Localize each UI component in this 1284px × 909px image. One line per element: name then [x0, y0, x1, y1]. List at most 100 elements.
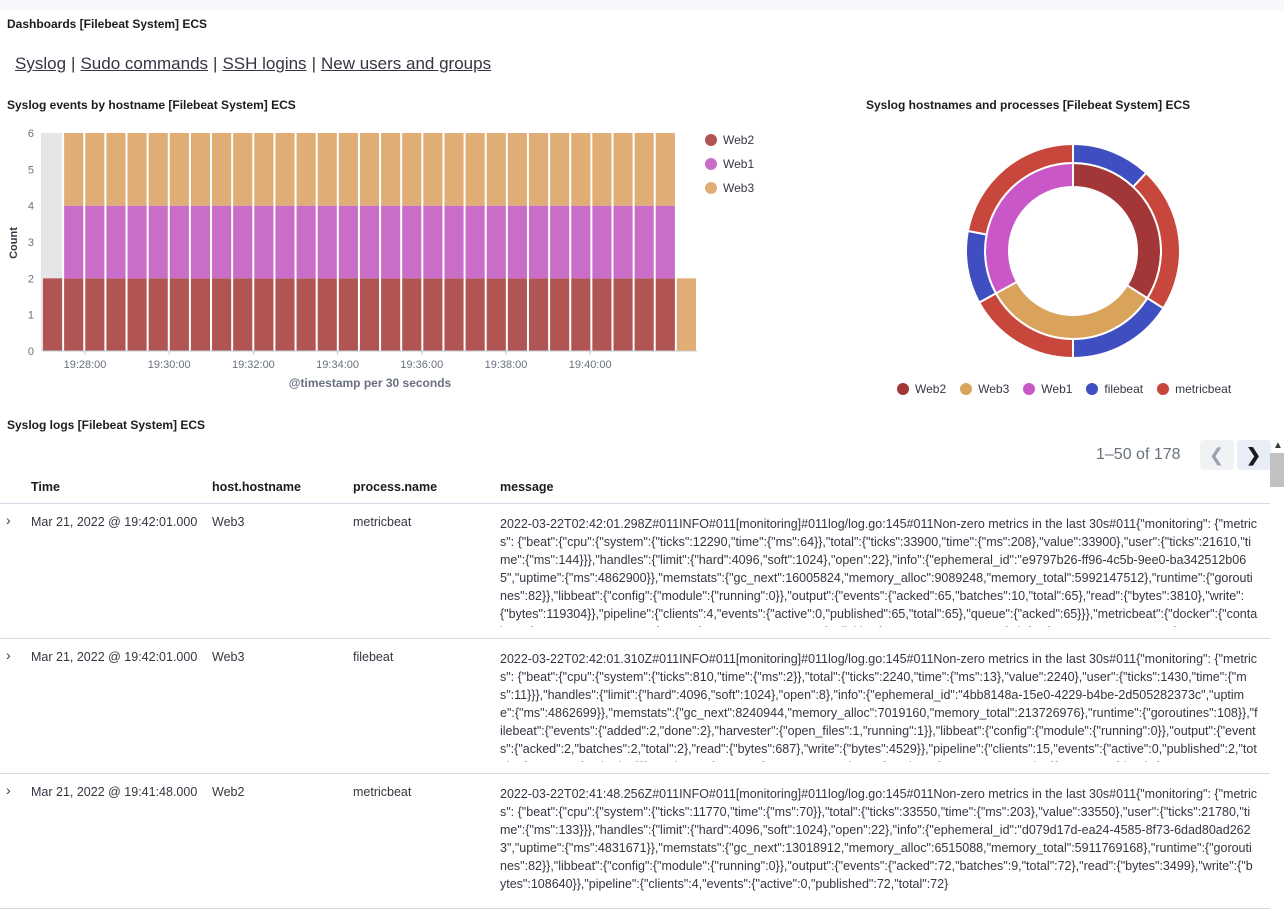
donut-legend-item-web3[interactable]: Web3 [960, 382, 1009, 396]
legend-item-web3[interactable]: Web3 [705, 176, 754, 200]
bar-web1[interactable] [507, 205, 527, 279]
bar-web1[interactable] [233, 205, 253, 279]
bar-web3[interactable] [655, 133, 675, 206]
bar-web2[interactable] [127, 278, 147, 351]
bar-web3[interactable] [338, 133, 358, 206]
bar-web1[interactable] [381, 205, 401, 279]
bar-web2[interactable] [402, 278, 422, 351]
bar-web2[interactable] [528, 278, 549, 351]
bar-web3[interactable] [212, 133, 232, 206]
bar-web2[interactable] [233, 278, 253, 351]
bar-web1[interactable] [338, 205, 358, 279]
bar-web2[interactable] [381, 278, 401, 351]
column-header-message[interactable]: message [500, 480, 554, 494]
bar-web2[interactable] [64, 278, 84, 351]
bar-web2[interactable] [296, 278, 316, 351]
bar-web3[interactable] [571, 133, 591, 206]
bar-web2[interactable] [423, 278, 443, 351]
bar-web1[interactable] [296, 205, 316, 279]
nav-link-syslog[interactable]: Syslog [15, 54, 66, 73]
donut-legend-item-web1[interactable]: Web1 [1023, 382, 1072, 396]
bar-web3[interactable] [592, 133, 612, 206]
bar-web2[interactable] [444, 278, 464, 351]
bar-web1[interactable] [634, 205, 654, 279]
bar-web1[interactable] [359, 205, 380, 279]
bar-web3[interactable] [402, 133, 422, 206]
bar-web1[interactable] [592, 205, 612, 279]
bar-web3[interactable] [169, 133, 189, 206]
chevron-right-icon[interactable]: › [6, 647, 11, 663]
bar-web3[interactable] [148, 133, 168, 206]
donut-legend-item-metricbeat[interactable]: metricbeat [1157, 382, 1231, 396]
bar-web3[interactable] [381, 133, 401, 206]
scrollbar-thumb[interactable] [1270, 453, 1284, 487]
bar-web3[interactable] [254, 133, 274, 206]
column-header-process-name[interactable]: process.name [353, 480, 437, 494]
bar-web2[interactable] [634, 278, 654, 351]
scroll-up-arrow-icon[interactable]: ▲ [1273, 440, 1283, 451]
bar-web2[interactable] [550, 278, 570, 351]
bar-web3[interactable] [613, 133, 633, 206]
bar-web3[interactable] [550, 133, 570, 206]
bar-web3[interactable] [444, 133, 464, 206]
nav-link-sudo-commands[interactable]: Sudo commands [80, 54, 208, 73]
bar-web3[interactable] [486, 133, 506, 206]
bar-web3[interactable] [296, 133, 316, 206]
bar-web1[interactable] [169, 205, 189, 279]
bar-web1[interactable] [106, 205, 126, 279]
next-page-button[interactable]: ❯ [1236, 440, 1271, 470]
bar-web2[interactable] [359, 278, 380, 351]
bar-web1[interactable] [528, 205, 549, 279]
bar-web3[interactable] [507, 133, 527, 206]
chevron-right-icon[interactable]: › [6, 782, 11, 798]
bar-web1[interactable] [64, 205, 84, 279]
bar-web1[interactable] [550, 205, 570, 279]
donut-legend-item-web2[interactable]: Web2 [897, 382, 946, 396]
bar-web3[interactable] [233, 133, 253, 206]
bar-web3[interactable] [465, 133, 485, 206]
bar-web1[interactable] [317, 205, 337, 279]
bar-web2[interactable] [592, 278, 612, 351]
donut-legend-item-filebeat[interactable]: filebeat [1086, 382, 1143, 396]
bar-web2[interactable] [169, 278, 189, 351]
bar-web2[interactable] [106, 278, 126, 351]
bar-web2[interactable] [190, 278, 211, 351]
bar-web2[interactable] [465, 278, 485, 351]
bar-web3[interactable] [423, 133, 443, 206]
bar-web1[interactable] [613, 205, 633, 279]
bar-web1[interactable] [571, 205, 591, 279]
column-header-host-hostname[interactable]: host.hostname [212, 480, 301, 494]
bar-web1[interactable] [254, 205, 274, 279]
vertical-scrollbar[interactable]: ▲ [1270, 440, 1284, 873]
bar-web3[interactable] [127, 133, 147, 206]
bar-web1[interactable] [85, 205, 105, 279]
bar-web3[interactable] [317, 133, 337, 206]
chevron-right-icon[interactable]: › [6, 512, 11, 528]
bar-web1[interactable] [465, 205, 485, 279]
bar-web3[interactable] [85, 133, 105, 206]
nav-link-new-users-and-groups[interactable]: New users and groups [321, 54, 491, 73]
bar-web2[interactable] [254, 278, 274, 351]
bar-web1[interactable] [486, 205, 506, 279]
bar-web2[interactable] [507, 278, 527, 351]
column-header-time[interactable]: Time [31, 480, 60, 494]
bar-web3[interactable] [64, 133, 84, 206]
bar-web2[interactable] [212, 278, 232, 351]
bar-web3[interactable] [676, 278, 696, 351]
bar-web1[interactable] [402, 205, 422, 279]
bar-web2[interactable] [85, 278, 105, 351]
bar-web1[interactable] [655, 205, 675, 279]
bar-web2[interactable] [486, 278, 506, 351]
bar-web2[interactable] [338, 278, 358, 351]
bar-web3[interactable] [106, 133, 126, 206]
bar-web1[interactable] [190, 205, 211, 279]
bar-web3[interactable] [275, 133, 295, 206]
bar-web2[interactable] [43, 278, 63, 351]
bar-web2[interactable] [613, 278, 633, 351]
bar-web1[interactable] [423, 205, 443, 279]
events-bar-chart[interactable]: 0 1 2 3 4 5 6 19:28:00 19:30:00 19:32:00 19:34:00 1… [0, 118, 700, 398]
bar-web2[interactable] [275, 278, 295, 351]
bar-web3[interactable] [634, 133, 654, 206]
bar-web3[interactable] [359, 133, 380, 206]
nav-link-ssh-logins[interactable]: SSH logins [222, 54, 306, 73]
